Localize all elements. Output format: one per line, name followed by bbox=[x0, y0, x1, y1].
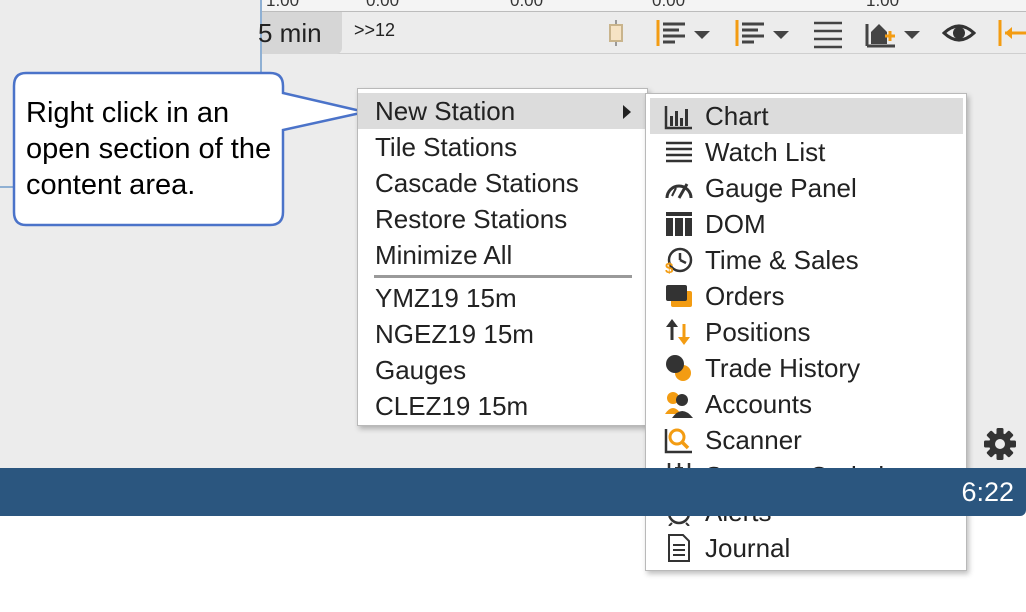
autoscale-icon[interactable] bbox=[997, 16, 1026, 50]
indicators-dropdown-icon[interactable] bbox=[655, 16, 715, 50]
studies-dropdown-icon[interactable] bbox=[734, 16, 794, 50]
submenu-item-positions[interactable]: Positions bbox=[650, 314, 963, 350]
submenu-item-time-sales[interactable]: $ Time & Sales bbox=[650, 242, 963, 278]
up-down-arrows-icon bbox=[666, 319, 690, 345]
submenu-item-watch-list[interactable]: Watch List bbox=[650, 134, 963, 170]
submenu-item-chart[interactable]: Chart bbox=[650, 98, 963, 134]
menu-item-minimize-all[interactable]: Minimize All bbox=[358, 237, 647, 273]
time-tick: 0:00 bbox=[510, 0, 544, 10]
gear-icon[interactable] bbox=[983, 427, 1017, 461]
submenu-item-journal[interactable]: Journal bbox=[650, 530, 963, 566]
bar-chart-icon bbox=[664, 106, 692, 130]
candle-style-icon[interactable] bbox=[604, 16, 628, 50]
document-icon bbox=[668, 534, 690, 562]
submenu-item-gauge-panel[interactable]: Gauge Panel bbox=[650, 170, 963, 206]
menu-item-restore-stations[interactable]: Restore Stations bbox=[358, 201, 647, 237]
menu-item-tile-stations[interactable]: Tile Stations bbox=[358, 129, 647, 165]
clock-dollar-icon: $ bbox=[665, 247, 693, 274]
menu-item-station[interactable]: CLEZ19 15m bbox=[358, 388, 647, 424]
lines-icon[interactable] bbox=[814, 16, 842, 50]
time-tick: 1:00 bbox=[866, 0, 900, 10]
gauge-icon bbox=[665, 183, 693, 199]
drawing-tools-dropdown-icon[interactable] bbox=[865, 16, 925, 50]
submenu-item-dom[interactable]: DOM bbox=[650, 206, 963, 242]
dom-columns-icon bbox=[666, 212, 692, 236]
menu-item-new-station[interactable]: New Station bbox=[358, 93, 647, 129]
menu-item-cascade-stations[interactable]: Cascade Stations bbox=[358, 165, 647, 201]
status-bar: 6:22 bbox=[0, 468, 1026, 516]
menu-separator bbox=[374, 275, 632, 278]
submenu-arrow-icon bbox=[623, 105, 631, 119]
trade-history-icon bbox=[666, 355, 691, 381]
status-clock: 6:22 bbox=[961, 477, 1014, 507]
callout-text: Right click in an open section of the co… bbox=[26, 97, 272, 201]
time-tick: 0:00 bbox=[652, 0, 686, 10]
submenu-item-accounts[interactable]: Accounts bbox=[650, 386, 963, 422]
list-icon bbox=[666, 141, 692, 163]
orders-icon bbox=[666, 285, 692, 307]
context-menu: New Station Tile Stations Cascade Statio… bbox=[357, 88, 648, 426]
menu-item-station[interactable]: NGEZ19 15m bbox=[358, 316, 647, 352]
submenu-item-trade-history[interactable]: Trade History bbox=[650, 350, 963, 386]
menu-item-station[interactable]: YMZ19 15m bbox=[358, 280, 647, 316]
svg-text:$: $ bbox=[665, 260, 674, 274]
accounts-icon bbox=[665, 392, 693, 418]
submenu-item-orders[interactable]: Orders bbox=[650, 278, 963, 314]
scanner-icon bbox=[664, 428, 692, 454]
submenu-item-scanner[interactable]: Scanner bbox=[650, 422, 963, 458]
eye-icon[interactable] bbox=[942, 16, 976, 50]
menu-item-station[interactable]: Gauges bbox=[358, 352, 647, 388]
